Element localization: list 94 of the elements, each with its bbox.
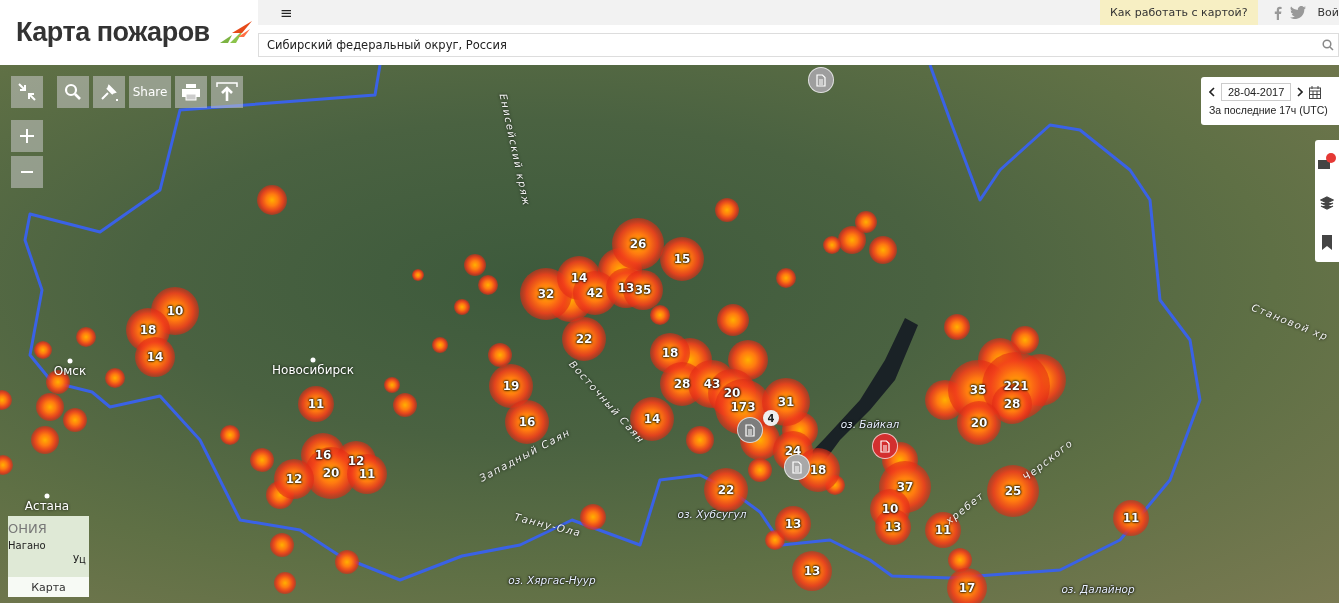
printer-icon	[181, 83, 201, 101]
minimap-label: Карта	[8, 577, 89, 597]
pin-button[interactable]	[93, 76, 125, 108]
cluster-count[interactable]: 11	[307, 397, 325, 411]
map-label: Омск	[53, 364, 87, 378]
menu-button[interactable]: ≡	[280, 3, 293, 22]
minimap-button[interactable]: ОНИЯ Нагано Уц Карта	[8, 516, 89, 597]
cluster-count[interactable]: 11	[1122, 511, 1140, 525]
share-button[interactable]: Share	[129, 76, 171, 108]
cluster-count[interactable]: 221	[1003, 379, 1029, 393]
cluster-count[interactable]: 13	[617, 281, 635, 295]
map-label: Новосибирск	[272, 363, 354, 377]
collapse-icon	[17, 82, 37, 102]
upload-icon	[216, 82, 238, 102]
twitter-icon[interactable]	[1289, 6, 1306, 19]
map-label: Астана	[24, 499, 70, 513]
facebook-icon[interactable]	[1273, 5, 1282, 20]
map-label: оз. Хяргас-Нуур	[508, 574, 596, 586]
search-field[interactable]: Сибирский федеральный округ, Россия	[258, 33, 1339, 57]
cluster-count[interactable]: 24	[784, 444, 802, 458]
cluster-count[interactable]: 173	[730, 400, 756, 414]
cluster-count[interactable]: 20	[322, 466, 340, 480]
cluster-count[interactable]: 35	[634, 283, 652, 297]
cluster-count[interactable]: 18	[809, 463, 827, 477]
map-label: оз. Байкал	[840, 418, 900, 430]
cluster-count[interactable]: 20	[970, 416, 988, 430]
document-icon	[816, 73, 826, 87]
cluster-count[interactable]: 13	[803, 564, 821, 578]
cluster-count[interactable]: 13	[884, 520, 902, 534]
plus-icon	[20, 129, 34, 143]
print-button[interactable]	[175, 76, 207, 108]
document-icon	[792, 460, 802, 474]
document-icon	[880, 439, 890, 453]
document-marker[interactable]	[872, 433, 898, 459]
map-label: ОНИЯ	[8, 521, 47, 536]
cluster-count[interactable]: 17	[958, 581, 976, 595]
cluster-count[interactable]: 28	[673, 377, 691, 391]
document-icon	[745, 423, 755, 437]
cluster-count[interactable]: 14	[643, 412, 661, 426]
search-icon[interactable]	[1322, 39, 1334, 51]
city-dot	[310, 357, 316, 363]
pushpin-icon	[99, 82, 119, 102]
export-button[interactable]	[211, 76, 243, 108]
cluster-count[interactable]: 32	[537, 287, 555, 301]
cluster-count[interactable]: 14	[570, 271, 588, 285]
cluster-count[interactable]: 22	[717, 483, 735, 497]
cluster-count[interactable]: 18	[661, 346, 679, 360]
cluster-count[interactable]: 26	[629, 237, 647, 251]
map-label: оз. Хубсугул	[677, 508, 747, 520]
chevron-right-icon[interactable]	[1297, 87, 1304, 97]
help-button[interactable]: Как работать с картой?	[1100, 0, 1258, 25]
cluster-count[interactable]: 28	[1003, 397, 1021, 411]
map-label: оз. Далайнор	[1061, 583, 1135, 595]
cluster-count[interactable]: 16	[518, 415, 536, 429]
cluster-count[interactable]: 14	[146, 350, 164, 364]
news-icon[interactable]	[1317, 152, 1337, 171]
period-text: За последние 17ч (UTC)	[1209, 104, 1329, 116]
minus-icon	[21, 170, 33, 174]
collapse-button[interactable]	[11, 76, 43, 108]
city-dot	[44, 493, 50, 499]
cluster-count[interactable]: 15	[673, 252, 691, 266]
bookmark-icon[interactable]	[1322, 234, 1332, 250]
map-label: Нагано	[8, 540, 46, 551]
cluster-count[interactable]: 16	[314, 448, 332, 462]
cluster-count[interactable]: 35	[969, 383, 987, 397]
site-title: Карта пожаров	[16, 17, 210, 48]
document-marker[interactable]	[808, 67, 834, 93]
cluster-count[interactable]: 10	[166, 304, 184, 318]
cluster-count[interactable]: 25	[1004, 484, 1022, 498]
chevron-left-icon[interactable]	[1209, 87, 1215, 97]
zoom-in-button[interactable]	[11, 120, 43, 152]
search-icon	[64, 83, 82, 101]
cluster-count[interactable]: 18	[139, 323, 157, 337]
cluster-count[interactable]: 42	[586, 286, 604, 300]
cluster-count[interactable]: 11	[358, 467, 376, 481]
cluster-count[interactable]: 19	[502, 379, 520, 393]
date-field[interactable]: 28-04-2017	[1221, 83, 1292, 101]
login-link[interactable]: Вой	[1317, 6, 1339, 19]
cluster-count[interactable]: 12	[285, 472, 303, 486]
cluster-count[interactable]: 20	[723, 386, 741, 400]
search-button[interactable]	[57, 76, 89, 108]
calendar-icon[interactable]	[1309, 85, 1322, 99]
cluster-count[interactable]: 22	[575, 332, 593, 346]
document-marker[interactable]	[784, 454, 810, 480]
cluster-count[interactable]: 10	[881, 502, 899, 516]
cluster-count[interactable]: 37	[896, 480, 914, 494]
cluster-count[interactable]: 43	[703, 377, 721, 391]
cluster-count[interactable]: 13	[784, 517, 802, 531]
layers-icon[interactable]	[1320, 195, 1334, 210]
cluster-count[interactable]: 31	[777, 395, 795, 409]
map-label: Уц	[73, 554, 86, 565]
cluster-count[interactable]: 12	[347, 454, 365, 468]
city-dot	[67, 358, 73, 364]
zoom-out-button[interactable]	[11, 156, 43, 188]
